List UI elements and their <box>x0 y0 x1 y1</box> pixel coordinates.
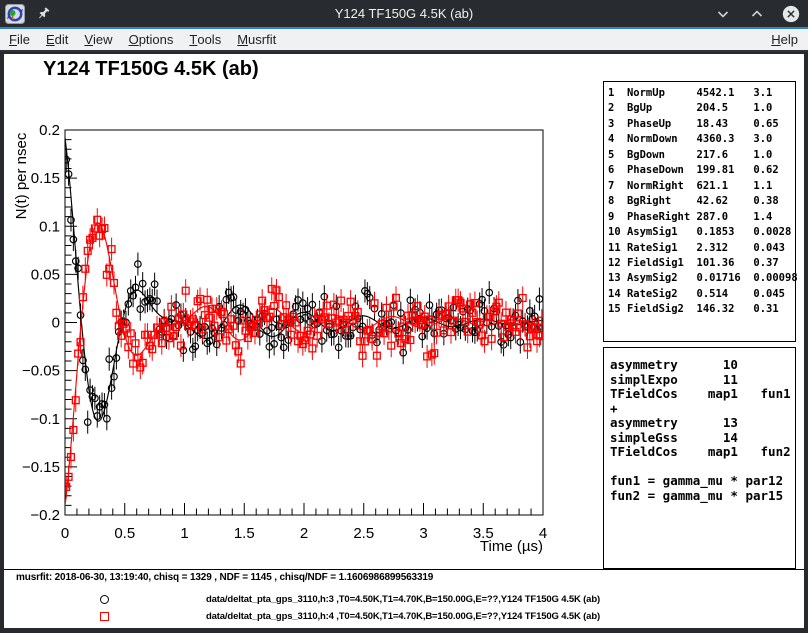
plot-canvas[interactable]: N(t) per nsec Time (µs) 0.20.150.10.050−… <box>4 54 604 574</box>
svg-text:4: 4 <box>539 525 547 542</box>
chevron-down-icon <box>716 7 730 21</box>
svg-text:0.15: 0.15 <box>31 170 60 187</box>
theory-box: asymmetry 10 simplExpo 11 TFieldCos map1… <box>603 347 796 569</box>
legend-text: data/deltat_pta_gps_3110,h:3 ,T0=4.50K,T… <box>206 594 600 605</box>
theory-text: asymmetry 10 simplExpo 11 TFieldCos map1… <box>604 348 795 503</box>
svg-text:−0.05: −0.05 <box>22 363 60 380</box>
svg-text:−0.2: −0.2 <box>30 507 60 524</box>
parameter-box: 1 NormUp 4542.1 3.1 2 BgUp 204.5 1.0 3 P… <box>603 81 796 342</box>
menu-item-options[interactable]: Options <box>121 29 182 50</box>
legend-marker-square-icon <box>100 612 109 621</box>
menu-item-view[interactable]: View <box>76 29 120 50</box>
svg-text:0.2: 0.2 <box>39 122 60 139</box>
legend-marker-circle-icon <box>100 595 109 604</box>
minimize-button[interactable] <box>714 5 732 23</box>
legend-row: data/deltat_pta_gps_3110,h:4 ,T0=4.50K,T… <box>4 608 804 625</box>
svg-text:0.5: 0.5 <box>114 525 135 542</box>
menu-item-musrfit[interactable]: Musrfit <box>229 29 284 50</box>
close-icon <box>782 3 800 25</box>
y-axis-title: N(t) per nsec <box>13 132 30 219</box>
legend-row: data/deltat_pta_gps_3110,h:3 ,T0=4.50K,T… <box>4 591 804 608</box>
close-button[interactable] <box>782 5 800 23</box>
svg-text:1.5: 1.5 <box>234 525 255 542</box>
svg-text:0.05: 0.05 <box>31 266 60 283</box>
fit-stats-line: musrfit: 2018-06-30, 13:19:40, chisq = 1… <box>16 572 433 583</box>
stats-divider <box>4 569 804 570</box>
svg-text:−0.15: −0.15 <box>22 459 60 476</box>
svg-text:0: 0 <box>61 525 69 542</box>
titlebar[interactable]: Y124 TF150G 4.5K (ab) <box>0 0 808 27</box>
svg-text:2.5: 2.5 <box>353 525 374 542</box>
legend: data/deltat_pta_gps_3110,h:3 ,T0=4.50K,T… <box>4 591 804 625</box>
svg-text:1: 1 <box>180 525 188 542</box>
svg-text:2: 2 <box>300 525 308 542</box>
pin-icon[interactable] <box>36 6 51 21</box>
menubar: FileEditViewOptionsToolsMusrfit Help <box>0 29 808 52</box>
parameter-list: 1 NormUp 4542.1 3.1 2 BgUp 204.5 1.0 3 P… <box>604 82 795 318</box>
svg-text:0: 0 <box>52 315 60 332</box>
svg-text:−0.1: −0.1 <box>30 411 60 428</box>
menu-item-help[interactable]: Help <box>761 29 808 50</box>
menu-item-edit[interactable]: Edit <box>38 29 76 50</box>
window-title: Y124 TF150G 4.5K (ab) <box>0 6 808 21</box>
chevron-up-icon <box>750 7 764 21</box>
svg-text:3.5: 3.5 <box>473 525 494 542</box>
svg-text:3: 3 <box>419 525 427 542</box>
plot-canvas-area: Y124 TF150G 4.5K (ab) N(t) per nsec Time… <box>4 54 804 628</box>
legend-text: data/deltat_pta_gps_3110,h:4 ,T0=4.50K,T… <box>206 611 600 622</box>
svg-text:0.1: 0.1 <box>39 218 60 235</box>
menu-item-tools[interactable]: Tools <box>181 29 229 50</box>
root-app-icon <box>5 4 25 24</box>
menubar-items: FileEditViewOptionsToolsMusrfit <box>0 29 284 50</box>
maximize-button[interactable] <box>748 5 766 23</box>
application-window: Y124 TF150G 4.5K (ab) FileEditVie <box>0 0 808 633</box>
menu-item-file[interactable]: File <box>1 29 38 50</box>
